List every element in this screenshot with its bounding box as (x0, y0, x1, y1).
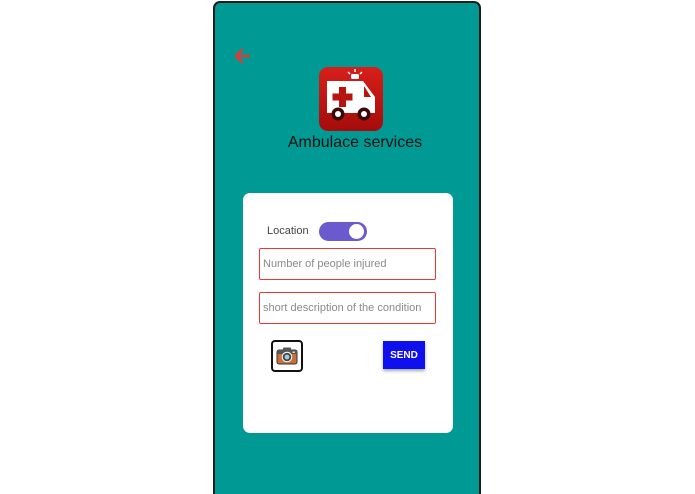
report-form-card: Location SEND (243, 193, 453, 433)
camera-button[interactable] (271, 340, 303, 372)
location-toggle[interactable] (319, 222, 367, 241)
back-button[interactable] (231, 45, 253, 67)
toggle-knob (349, 224, 364, 239)
send-button[interactable]: SEND (383, 341, 425, 369)
app-window: Ambulace services Location SEND (213, 1, 481, 494)
arrow-left-icon (234, 48, 251, 64)
location-label: Location (267, 225, 309, 237)
ambulance-icon (319, 67, 383, 131)
condition-description-input[interactable] (259, 292, 436, 324)
screen: Ambulace services Location SEND (0, 0, 695, 494)
camera-icon (276, 347, 298, 365)
page-title: Ambulace services (287, 134, 423, 151)
injured-count-input[interactable] (259, 248, 436, 280)
